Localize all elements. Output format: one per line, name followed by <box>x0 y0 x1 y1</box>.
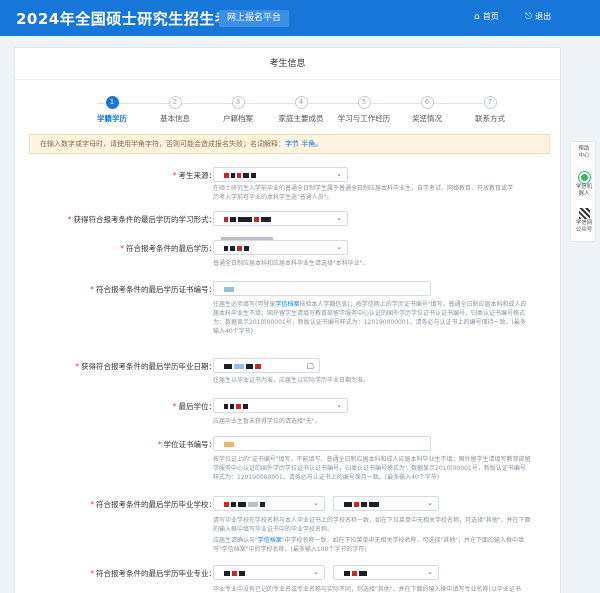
official-account-label: 学信网公众号 <box>575 220 593 234</box>
step-6[interactable]: 6 奖惩情况 <box>395 96 459 124</box>
degree-no-input[interactable] <box>213 436 431 451</box>
help-center-link[interactable]: 帮助中心 <box>571 146 597 160</box>
school-hint: 请写毕业学校在学校名称与本人毕业证书上的学校名称一致，如在下拉菜单中无相关学校名… <box>213 516 533 554</box>
degree-label: *最后学位： <box>173 401 216 412</box>
degree-no-label: *学位证书编号： <box>158 439 216 450</box>
home-label: 首页 <box>483 11 499 22</box>
step-number: 4 <box>295 96 308 109</box>
chevron-down-icon: ⌄ <box>336 243 342 251</box>
side-panel: 帮助中心 学信机器人 学信网公众号 <box>570 141 596 242</box>
step-label: 户籍档案 <box>206 113 270 124</box>
xuexin-link[interactable]: 学信档案 <box>275 301 299 308</box>
notice-link-halfwidth[interactable]: 半角。 <box>301 140 322 148</box>
last-edu-label: *符合报考条件的最后学历： <box>120 243 216 254</box>
chevron-down-icon: ⌄ <box>313 499 319 507</box>
chevron-down-icon: ⌄ <box>336 214 342 222</box>
school-label: *符合报考条件的最后学历毕业学校： <box>90 499 216 510</box>
step-number: 6 <box>421 96 434 109</box>
step-number: 7 <box>484 96 497 109</box>
step-label: 基本信息 <box>143 113 207 124</box>
top-bar: 2024年全国硕士研究生招生考试 网上报名平台 ⌂ 首页 ⎋ 退出 <box>0 0 600 36</box>
logout-label: 退出 <box>535 11 551 22</box>
step-3[interactable]: 3 户籍档案 <box>206 96 270 124</box>
card-title: 考生信息 <box>15 48 560 80</box>
input-notice: 在输入数字或字母时，请使用半角字符，否则可能会造成报名失败；名词解释：字节 半角… <box>29 134 550 154</box>
school-province-select[interactable]: ⌄ <box>213 496 325 511</box>
robot-label: 学信机器人 <box>575 184 593 198</box>
school-name-select[interactable]: ⌄ <box>333 496 439 511</box>
robot-link[interactable]: 学信机器人 <box>571 172 597 198</box>
site-title: 2024年全国硕士研究生招生考试 <box>16 8 246 29</box>
robot-icon <box>579 172 590 183</box>
degree-no-hint: 按学位证上的"证书编号"填写，不能填写。普通全日制应届本科和成人应届本科毕业生不… <box>213 455 531 482</box>
notice-text: 在输入数字或字母时，请使用半角字符，否则可能会造成报名失败；名词解释： <box>40 140 285 148</box>
chevron-down-icon: ⌄ <box>427 499 433 507</box>
major-category-select[interactable]: ⌄ <box>213 565 325 580</box>
logout-icon: ⎋ <box>525 12 532 22</box>
chevron-down-icon: ⌄ <box>336 401 342 409</box>
major-name-select[interactable]: ⌄ <box>333 565 439 580</box>
home-icon: ⌂ <box>474 12 480 22</box>
step-number: 3 <box>232 96 245 109</box>
step-label: 家庭主要成员 <box>269 113 333 124</box>
study-form-select[interactable]: ⌄ <box>213 211 348 226</box>
step-4[interactable]: 4 家庭主要成员 <box>269 96 333 124</box>
progress-steps: 1 学籍学历 2 基本信息 3 户籍档案 4 家庭主要成员 5 学习与工作经历 … <box>73 96 513 126</box>
step-number: 1 <box>106 96 119 109</box>
notice-link-byte[interactable]: 字节 <box>285 140 299 148</box>
chevron-down-icon: ⌄ <box>427 568 433 576</box>
xuexin-link-2[interactable]: 学信档案 <box>258 537 282 544</box>
step-1[interactable]: 1 学籍学历 <box>80 96 144 124</box>
source-select[interactable]: ⌄ <box>213 167 348 182</box>
chevron-down-icon: ⌄ <box>313 568 319 576</box>
qr-code-icon <box>579 208 590 219</box>
grad-date-label: *获得符合报考条件的最后学历毕业日期： <box>75 361 216 372</box>
help-center-label: 帮助中心 <box>577 146 591 160</box>
study-form-label: *获得符合报考条件的最后学历的学习形式： <box>68 214 216 225</box>
source-hint: 在硕士研究生入学前毕业的普通全日制学生属于普通全日制应届本科毕业生，自学考试、网… <box>213 184 513 202</box>
home-link[interactable]: ⌂ 首页 <box>474 11 499 22</box>
source-label: *考生来源： <box>173 170 216 181</box>
step-label: 学习与工作经历 <box>332 113 396 124</box>
chevron-down-icon: ⌄ <box>336 170 342 178</box>
step-number: 2 <box>169 96 182 109</box>
step-5[interactable]: 5 学习与工作经历 <box>332 96 396 124</box>
major-label: *符合报考条件的最后学历毕业专业： <box>90 568 216 579</box>
grad-date-input[interactable]: ▢ <box>213 358 320 373</box>
step-2[interactable]: 2 基本信息 <box>143 96 207 124</box>
last-edu-hint: 普通全日制应届本科和应届本科毕业生请选择"本科毕业"。 <box>213 259 513 268</box>
major-hint: 毕业专业中没有已记的专业名或专业名称与实际不同，则选择"其他"，并在下面的输入框… <box>213 585 533 593</box>
grad-date-hint: 往届生以毕业证书为准，应届生以实际学历毕业日期为准。 <box>213 376 513 385</box>
official-account-link[interactable]: 学信网公众号 <box>571 208 597 234</box>
platform-badge: 网上报名平台 <box>219 10 289 27</box>
step-label: 联系方式 <box>458 113 522 124</box>
logout-link[interactable]: ⎋ 退出 <box>525 11 551 22</box>
calendar-icon[interactable]: ▢ <box>306 361 314 370</box>
step-label: 学籍学历 <box>80 113 144 124</box>
cert-no-label: *符合报考条件的最后学历证书编号： <box>90 284 216 295</box>
last-edu-select[interactable]: ⌄ <box>213 240 348 255</box>
degree-hint: 应届毕业生暂未获得学位的请选择"无"。 <box>213 417 513 426</box>
candidate-info-card: 考生信息 1 学籍学历 2 基本信息 3 户籍档案 4 家庭主要成员 5 学习与… <box>14 47 561 593</box>
step-label: 奖惩情况 <box>395 113 459 124</box>
step-number: 5 <box>358 96 371 109</box>
degree-select[interactable]: ⌄ <box>213 398 348 413</box>
step-7[interactable]: 7 联系方式 <box>458 96 522 124</box>
cert-no-hint: 往届生必须填写(可登录学信档案核验本人学籍信息)；按学信网上的学历证书编号"填写… <box>213 300 531 336</box>
cert-no-input[interactable] <box>213 281 431 296</box>
